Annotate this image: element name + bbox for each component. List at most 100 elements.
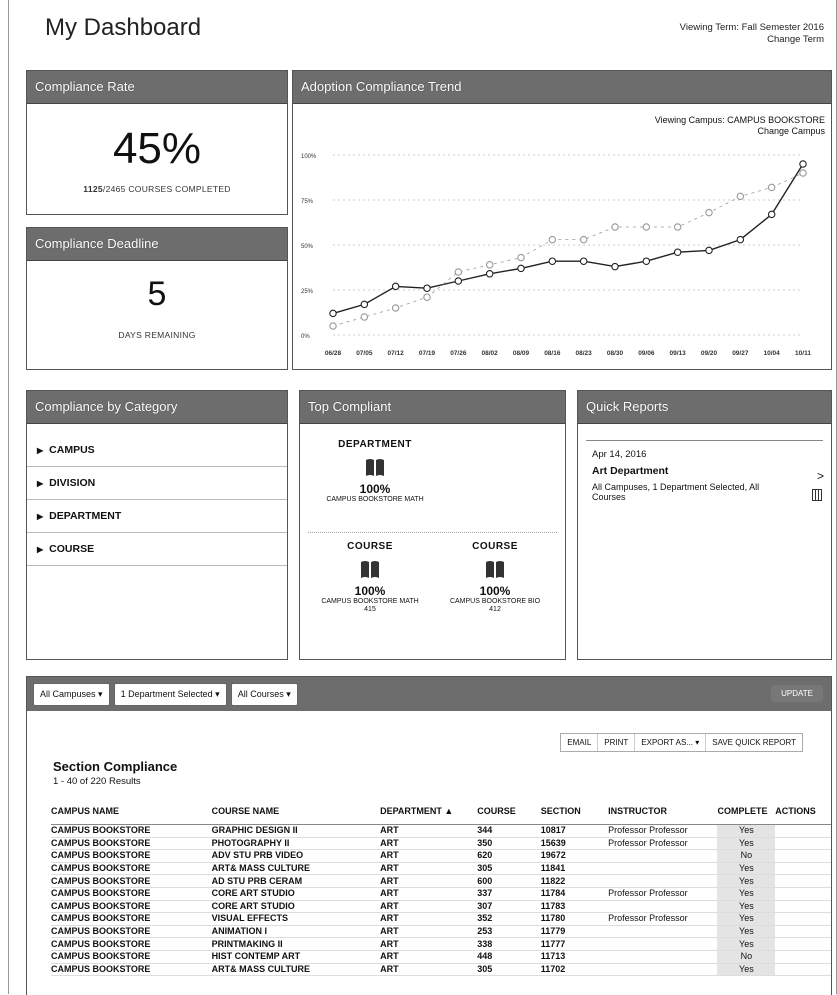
adoption-trend-panel: Adoption Compliance Trend Viewing Campus… [292, 70, 832, 370]
top-compliant-title: Top Compliant [300, 391, 565, 424]
cell-department: ART [380, 824, 478, 838]
table-row: CAMPUS BOOKSTORE ART& MASS CULTURE ART 305 1… [51, 963, 831, 977]
x-tick-label: 10/04 [764, 350, 781, 357]
category-department[interactable]: ▶ DEPARTMENT [27, 500, 287, 533]
top-course-pct: 100% [479, 584, 511, 598]
data-point [360, 313, 369, 321]
days-remaining-caption: DAYS REMAINING [118, 330, 196, 340]
cell-complete: Yes [717, 925, 776, 939]
x-tick-label: 09/06 [638, 350, 655, 357]
filter-bar: All Campuses ▾ 1 Department Selected ▾ A… [33, 683, 302, 706]
category-course[interactable]: ▶ COURSE [27, 533, 287, 566]
table-header-row: CAMPUS NAME COURSE NAME DEPARTMENT ▲ COU… [51, 804, 831, 825]
trash-icon[interactable] [812, 489, 822, 501]
quick-report-item[interactable]: Apr 14, 2016 Art Department All Campuses… [592, 449, 824, 502]
table-row: CAMPUS BOOKSTORE ANIMATION I ART 253 11779 Ye… [51, 925, 831, 939]
cell-instructor [608, 849, 718, 863]
cell-campus: CAMPUS BOOKSTORE [51, 950, 212, 964]
cell-actions [775, 824, 831, 838]
cell-course-name: HIST CONTEMP ART [211, 950, 381, 964]
compliance-deadline-panel: Compliance Deadline 5 DAYS REMAINING [26, 227, 288, 370]
print-button[interactable]: PRINT [598, 734, 636, 751]
col-course[interactable]: COURSE [477, 804, 541, 825]
col-campus-name[interactable]: CAMPUS NAME [51, 804, 212, 825]
data-point [454, 268, 463, 276]
cell-department: ART [380, 862, 478, 876]
email-button[interactable]: EMAIL [561, 734, 599, 751]
top-compliant-panel: Top Compliant DEPARTMENT 100% CAMPUS BOO… [299, 390, 566, 660]
department-filter-label: 1 Department Selected [120, 689, 213, 699]
x-tick-label: 08/09 [513, 350, 530, 357]
campus-filter-dropdown[interactable]: All Campuses ▾ [33, 683, 110, 706]
data-point [329, 322, 337, 330]
cell-department: ART [380, 849, 478, 863]
top-course-name: CAMPUS BOOKSTORE MATH [321, 598, 419, 605]
x-tick-label: 07/26 [450, 350, 467, 357]
cell-course: 337 [477, 887, 541, 901]
cell-section: 11841 [540, 862, 609, 876]
y-tick-label: 75% [301, 199, 314, 205]
department-filter-dropdown[interactable]: 1 Department Selected ▾ [113, 683, 227, 706]
cell-section: 11783 [540, 900, 609, 914]
change-term-link[interactable]: Change Term [680, 34, 824, 46]
courses-completed-text: /2465 COURSES COMPLETED [102, 184, 231, 194]
cell-actions [775, 837, 831, 851]
data-point [799, 160, 807, 168]
top-department-pct: 100% [359, 482, 391, 496]
top-department-block: DEPARTMENT 100% CAMPUS BOOKSTORE MATH [300, 439, 450, 504]
cell-complete: Yes [717, 874, 776, 888]
cell-actions [775, 937, 831, 951]
col-section[interactable]: SECTION [540, 804, 609, 825]
quick-reports-title: Quick Reports [578, 391, 831, 424]
cell-complete: Yes [717, 862, 776, 876]
top-course-number: 415 [364, 606, 376, 613]
cell-course: 600 [477, 874, 541, 888]
x-tick-label: 09/13 [670, 350, 687, 357]
save-quick-report-button[interactable]: SAVE QUICK REPORT [706, 734, 802, 751]
category-division[interactable]: ▶ DIVISION [27, 467, 287, 500]
cell-department: ART [380, 900, 478, 914]
cell-course: 307 [477, 900, 541, 914]
compliance-rate-title: Compliance Rate [27, 71, 287, 104]
data-point [705, 246, 713, 255]
table-row: CAMPUS BOOKSTORE PHOTOGRAPHY II ART 350 1563… [51, 837, 831, 851]
course-filter-dropdown[interactable]: All Courses ▾ [230, 683, 298, 706]
data-point [642, 257, 651, 265]
data-point [736, 235, 745, 244]
cell-instructor [608, 925, 718, 939]
courses-completed-caption: 1125/2465 COURSES COMPLETED [27, 184, 287, 194]
top-department-name: CAMPUS BOOKSTORE MATH [326, 496, 424, 503]
data-point [485, 261, 494, 269]
table-row: CAMPUS BOOKSTORE CORE ART STUDIO ART 307 117… [51, 900, 831, 914]
category-label: CAMPUS [49, 444, 95, 456]
cell-complete: Yes [717, 937, 776, 951]
chevron-right-icon[interactable]: > [817, 469, 824, 483]
export-dropdown[interactable]: EXPORT AS... ▾ [635, 734, 707, 751]
data-point [391, 282, 400, 291]
category-campus[interactable]: ▶ CAMPUS [27, 434, 287, 467]
col-instructor[interactable]: INSTRUCTOR [608, 804, 718, 825]
cell-actions [775, 874, 831, 888]
update-button[interactable]: UPDATE [771, 685, 823, 702]
quick-reports-panel: Quick Reports Apr 14, 2016 Art Departmen… [577, 390, 832, 660]
cell-instructor: Professor Professor [608, 837, 718, 851]
cell-instructor: Professor Professor [608, 887, 718, 901]
table-row: CAMPUS BOOKSTORE ADV STU PRB VIDEO ART 620 1… [51, 849, 831, 863]
col-complete[interactable]: COMPLETE [717, 804, 776, 825]
section-compliance-title: Section Compliance [53, 759, 178, 774]
cell-instructor: Professor Professor [608, 824, 718, 838]
book-icon [361, 561, 379, 578]
cell-complete: Yes [717, 912, 776, 926]
term-selector: Viewing Term: Fall Semester 2016 Change … [680, 22, 824, 46]
cell-course: 305 [477, 963, 541, 977]
cell-actions [775, 912, 831, 926]
col-department[interactable]: DEPARTMENT ▲ [380, 804, 478, 825]
cell-section: 15639 [540, 837, 609, 851]
courses-completed-count: 1125 [83, 184, 103, 194]
cell-course: 253 [477, 925, 541, 939]
caret-right-icon: ▶ [37, 446, 44, 455]
days-remaining-value: 5 [147, 275, 167, 313]
cell-instructor [608, 900, 718, 914]
data-point [799, 169, 807, 177]
col-course-name[interactable]: COURSE NAME [211, 804, 381, 825]
